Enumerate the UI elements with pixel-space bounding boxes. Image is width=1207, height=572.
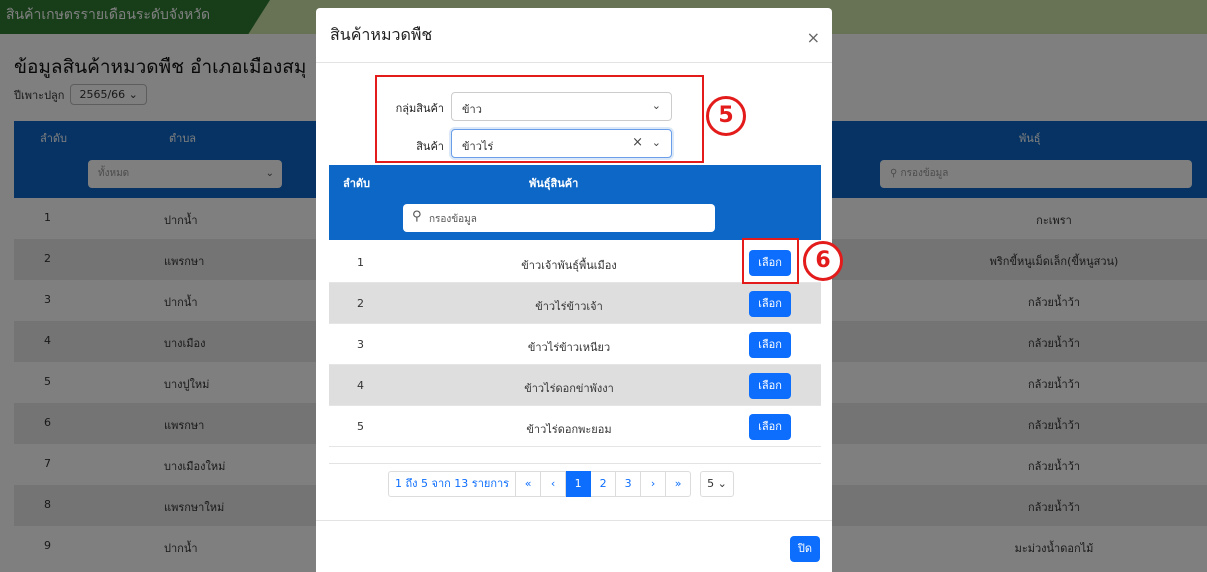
product-select[interactable]: ข้าวไร่ × ⌄ [451,129,672,158]
table-row: 4 ข้าวไร่ดอกข่าพังงา เลือก [329,365,821,406]
select-button[interactable]: เลือก [749,414,791,440]
page-button-2[interactable]: 2 [591,471,617,497]
row-variety-name: ข้าวไร่ข้าวเจ้า [535,300,603,313]
page-button-1[interactable]: 1 [566,471,592,497]
variety-search-input[interactable]: ⚲ กรองข้อมูล [403,204,715,232]
row-variety-name: ข้าวไร่ข้าวเหนียว [527,341,611,354]
row-index: 5 [357,420,364,433]
row-variety-name: ข้าวเจ้าพันธุ์พื้นเมือง [521,259,617,272]
row-index: 1 [357,256,364,269]
chevron-down-icon: ⌄ [651,136,661,149]
col-variety: พันธุ์สินค้า [529,177,579,190]
first-page-button[interactable]: « [516,471,542,497]
group-select-value: ข้าว [462,103,482,116]
row-index: 4 [357,379,364,392]
table-row: 2 ข้าวไร่ข้าวเจ้า เลือก [329,283,821,324]
group-label: กลุ่มสินค้า [395,102,444,115]
row-variety-name: ข้าวไร่ดอกพะยอม [526,423,612,436]
page-button-3[interactable]: 3 [616,471,642,497]
modal-header-divider [316,62,832,63]
chevron-down-icon: ⌄ [651,99,661,112]
select-button[interactable]: เลือก [749,291,791,317]
modal-footer-divider [316,520,832,521]
prev-page-button[interactable]: ‹ [541,471,567,497]
chevron-down-icon: ⌄ [717,477,727,490]
modal-title: สินค้าหมวดพืช [330,25,433,44]
select-button[interactable]: เลือก [749,373,791,399]
product-select-value: ข้าวไร่ [462,140,494,153]
step-badge-6: 6 [803,241,843,281]
row-index: 3 [357,338,364,351]
clear-icon[interactable]: × [632,135,643,150]
highlight-box-select [742,238,799,284]
search-icon: ⚲ [412,209,422,224]
close-icon[interactable]: × [807,28,820,47]
search-placeholder: กรองข้อมูล [429,214,477,225]
last-page-button[interactable]: » [666,471,692,497]
step-badge-5: 5 [706,96,746,136]
page-size-select[interactable]: 5 ⌄ [700,471,734,497]
row-index: 2 [357,297,364,310]
group-select[interactable]: ข้าว ⌄ [451,92,672,121]
select-button[interactable]: เลือก [749,332,791,358]
table-row: 3 ข้าวไร่ข้าวเหนียว เลือก [329,324,821,365]
variety-table-filter: ⚲ กรองข้อมูล [329,196,821,240]
col-order: ลำดับ [343,177,371,190]
product-modal: สินค้าหมวดพืช × 5 กลุ่มสินค้า ข้าว ⌄ สิน… [316,8,843,572]
variety-table-header: ลำดับ พันธุ์สินค้า [329,165,821,196]
pagination: 1 ถึง 5 จาก 13 รายการ « ‹ 1 2 3 › » 5 ⌄ [388,471,734,497]
table-row: 5 ข้าวไร่ดอกพะยอม เลือก [329,406,821,447]
pagination-info: 1 ถึง 5 จาก 13 รายการ [388,471,517,497]
table-bottom-divider [329,463,821,464]
product-label: สินค้า [416,140,444,153]
close-button[interactable]: ปิด [790,536,820,562]
next-page-button[interactable]: › [641,471,667,497]
row-variety-name: ข้าวไร่ดอกข่าพังงา [524,382,614,395]
